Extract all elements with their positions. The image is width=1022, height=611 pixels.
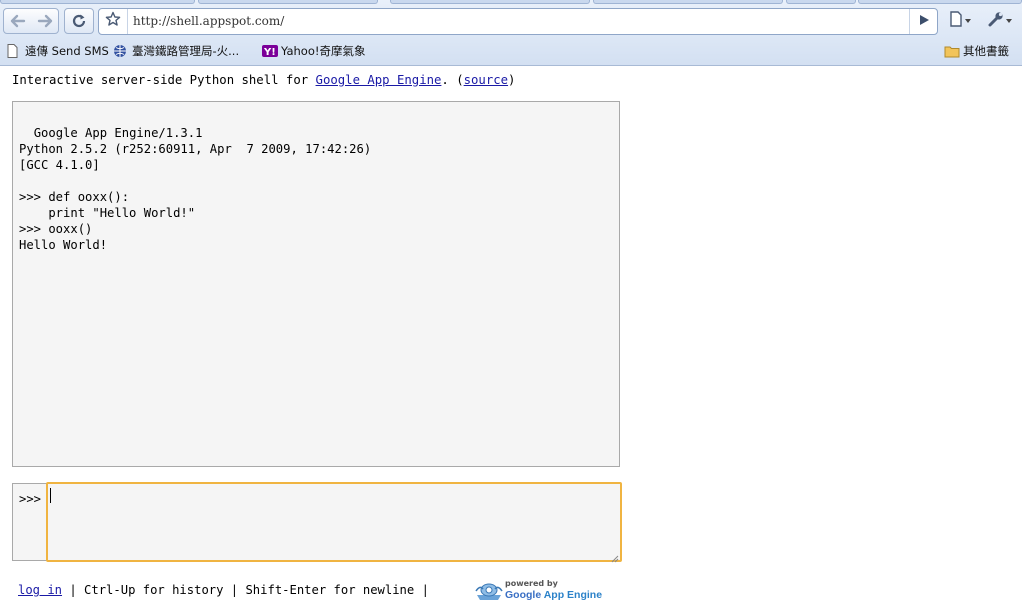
reload-button[interactable] xyxy=(64,8,94,34)
shell-output-text: Google App Engine/1.3.1 Python 2.5.2 (r2… xyxy=(19,126,372,252)
bookmark-item[interactable]: Y! Yahoo!奇摩氣象 xyxy=(262,42,365,60)
play-icon xyxy=(918,13,930,31)
tab[interactable] xyxy=(786,0,856,4)
tab[interactable] xyxy=(0,0,195,4)
url-text[interactable]: http://shell.appspot.com/ xyxy=(133,14,284,28)
shell-input[interactable] xyxy=(46,482,622,562)
login-link[interactable]: log in xyxy=(18,583,62,597)
folder-icon xyxy=(944,44,960,58)
tab[interactable] xyxy=(198,0,378,4)
prompt-label: >>> xyxy=(12,483,48,561)
browser-toolbar: http://shell.appspot.com/ 遠傳 Send SMS 臺灣… xyxy=(0,0,1022,66)
reload-icon xyxy=(71,13,87,29)
powered-by-app-engine-badge[interactable]: powered by Google App Engine xyxy=(474,577,602,608)
intro-text: Interactive server-side Python shell for… xyxy=(12,73,516,87)
powered-by-text: powered by xyxy=(505,579,558,588)
globe-icon xyxy=(113,44,127,58)
back-icon[interactable] xyxy=(10,14,26,28)
bookmark-item[interactable]: 遠傳 Send SMS xyxy=(6,42,109,60)
tab-strip xyxy=(0,0,1022,5)
wrench-icon xyxy=(988,11,1004,32)
back-forward-group xyxy=(3,8,59,34)
svg-text:Y!: Y! xyxy=(263,47,276,58)
footer: log in | Ctrl-Up for history | Shift-Ent… xyxy=(18,583,436,597)
address-bar[interactable]: http://shell.appspot.com/ xyxy=(98,8,938,35)
bookmarks-bar: 遠傳 Send SMS 臺灣鐵路管理局-火... Y! Yahoo!奇摩氣象 其… xyxy=(0,38,1022,64)
chevron-down-icon xyxy=(965,19,971,23)
shell-output[interactable]: Google App Engine/1.3.1 Python 2.5.2 (r2… xyxy=(12,101,620,467)
bookmark-star-button[interactable] xyxy=(99,9,128,34)
source-link[interactable]: source xyxy=(464,73,508,87)
forward-icon[interactable] xyxy=(37,14,53,28)
tab[interactable] xyxy=(593,0,783,4)
app-engine-wordmark: Google App Engine xyxy=(505,589,603,601)
resize-grip-icon[interactable] xyxy=(609,456,618,465)
google-app-engine-link[interactable]: Google App Engine xyxy=(316,73,442,87)
chevron-down-icon xyxy=(1006,19,1012,23)
page-icon xyxy=(949,10,963,32)
tab[interactable] xyxy=(858,0,1022,4)
resize-grip-icon[interactable] xyxy=(610,550,619,563)
page-menu-button[interactable] xyxy=(944,10,976,32)
tab[interactable] xyxy=(390,0,590,4)
star-icon xyxy=(105,11,121,32)
page-icon xyxy=(6,44,20,58)
yahoo-icon: Y! xyxy=(262,44,278,58)
app-engine-logo-icon xyxy=(474,579,504,608)
tools-menu-button[interactable] xyxy=(984,10,1016,32)
footer-hints: | Ctrl-Up for history | Shift-Enter for … xyxy=(62,583,437,597)
text-cursor xyxy=(50,488,51,503)
bookmark-item[interactable]: 臺灣鐵路管理局-火... xyxy=(113,42,239,60)
go-button[interactable] xyxy=(909,9,937,34)
other-bookmarks-folder[interactable]: 其他書籤 xyxy=(944,42,1009,60)
